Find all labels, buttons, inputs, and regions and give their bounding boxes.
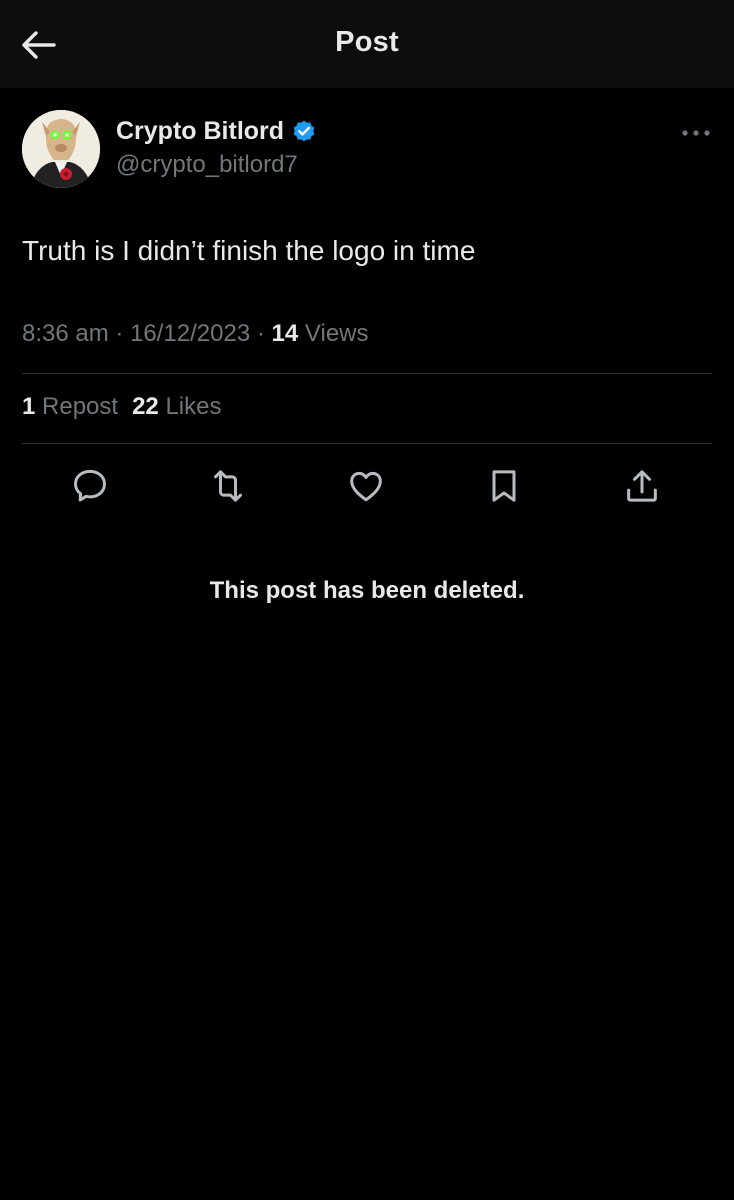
top-bar: Post (0, 0, 734, 88)
post-time[interactable]: 8:36 am (22, 320, 109, 347)
verified-badge-icon (293, 120, 315, 141)
meta-separator: · (256, 320, 265, 347)
more-dots-icon (682, 130, 710, 136)
page-title: Post (335, 26, 399, 58)
avatar[interactable] (22, 110, 100, 188)
divider (22, 373, 712, 374)
likes-stat[interactable]: 22 Likes (132, 393, 221, 420)
more-options-button[interactable] (676, 118, 716, 148)
comment-icon (74, 469, 106, 502)
avatar-image (22, 110, 100, 188)
reposts-stat[interactable]: 1 Repost (22, 393, 118, 420)
likes-count: 22 (132, 393, 159, 420)
post-text: Truth is I didn’t finish the logo in tim… (22, 235, 476, 266)
repost-icon (214, 470, 242, 502)
post-date[interactable]: 16/12/2023 (130, 320, 250, 347)
author-display-name[interactable]: Crypto Bitlord (116, 117, 317, 146)
views-count: 14 (271, 320, 299, 347)
likes-label: Likes (165, 393, 222, 420)
heart-icon (350, 471, 382, 502)
reposts-label: Repost (42, 393, 119, 420)
share-icon (627, 470, 657, 502)
post-stats: 1 Repost 22 Likes (22, 393, 235, 421)
divider (22, 443, 712, 444)
bookmark-icon (492, 470, 516, 502)
repost-button[interactable] (204, 462, 252, 510)
meta-separator: · (115, 320, 124, 347)
views-label: Views (304, 320, 369, 347)
bookmark-button[interactable] (480, 462, 528, 510)
reply-button[interactable] (66, 462, 114, 510)
reposts-count: 1 (22, 393, 36, 420)
like-button[interactable] (342, 462, 390, 510)
deleted-post-notice: This post has been deleted. (209, 577, 525, 604)
share-button[interactable] (618, 462, 666, 510)
action-bar (22, 462, 712, 510)
post-meta: 8:36 am · 16/12/2023 · 14 Views (22, 320, 369, 348)
author-handle[interactable]: @crypto_bitlord7 (116, 151, 298, 179)
author-name-text: Crypto Bitlord (116, 117, 285, 145)
